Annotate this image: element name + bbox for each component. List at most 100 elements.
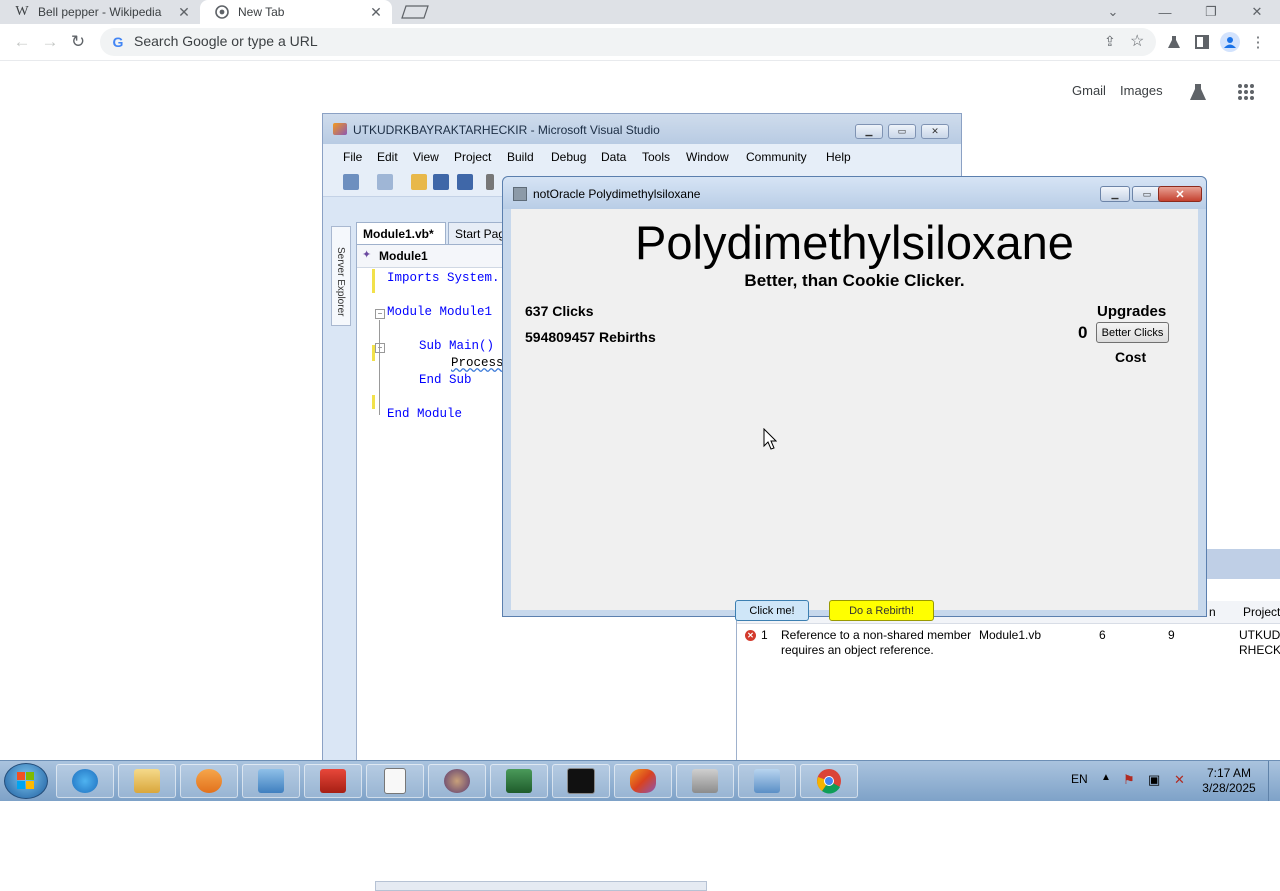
back-icon[interactable]: ← bbox=[10, 30, 34, 54]
profile-avatar[interactable] bbox=[1220, 32, 1240, 52]
menu-build[interactable]: Build bbox=[507, 150, 534, 164]
open-folder-icon[interactable] bbox=[411, 174, 427, 190]
menu-debug[interactable]: Debug bbox=[551, 150, 586, 164]
chrome-taskbar-icon[interactable] bbox=[800, 764, 858, 798]
vs-title-bar: UTKUDRKBAYRAKTARHECKIR - Microsoft Visua… bbox=[323, 114, 961, 144]
menu-community[interactable]: Community bbox=[746, 150, 807, 164]
error-description: Reference to a non-shared member bbox=[781, 628, 972, 642]
app-icon bbox=[513, 187, 527, 201]
chrome-icon bbox=[214, 4, 230, 20]
error-row[interactable]: ✕ 1 Reference to a non-shared member req… bbox=[737, 625, 1280, 661]
new-tab-button[interactable] bbox=[400, 5, 430, 19]
media-player-icon[interactable] bbox=[180, 764, 238, 798]
click-me-button[interactable]: Click me! bbox=[735, 600, 809, 621]
menu-data[interactable]: Data bbox=[601, 150, 626, 164]
app-minimize-button[interactable]: ▁ bbox=[1100, 186, 1130, 202]
menu-window[interactable]: Window bbox=[686, 150, 729, 164]
column-project-header[interactable]: Project bbox=[1243, 605, 1280, 619]
reload-icon[interactable]: ↻ bbox=[66, 30, 90, 54]
save-icon[interactable] bbox=[433, 174, 449, 190]
toolbox-icon[interactable] bbox=[304, 764, 362, 798]
windows-taskbar: EN ▲ ⚑ ▣ ✕ 7:17 AM 3/28/2025 bbox=[0, 760, 1280, 801]
app-window-title: notOracle Polydimethylsiloxane bbox=[533, 187, 701, 201]
vs-minimize-button[interactable]: ▁ bbox=[855, 124, 883, 139]
do-rebirth-button[interactable]: Do a Rebirth! bbox=[829, 600, 934, 621]
upgrade-count: 0 bbox=[1078, 323, 1088, 342]
star-icon[interactable]: ☆ bbox=[1130, 31, 1144, 51]
action-center-icon[interactable]: ⚑ bbox=[1123, 772, 1135, 788]
close-icon[interactable]: ✕ bbox=[1234, 0, 1280, 24]
vs-maximize-button[interactable]: ▭ bbox=[888, 124, 916, 139]
task-manager-icon[interactable] bbox=[490, 764, 548, 798]
menu-help[interactable]: Help bbox=[826, 150, 851, 164]
labs-icon[interactable] bbox=[1164, 32, 1184, 52]
network-status-icon[interactable]: ▣ bbox=[1148, 772, 1160, 788]
rebirths-counter: 594809457 Rebirths bbox=[525, 329, 656, 345]
error-file: Module1.vb bbox=[979, 628, 1042, 642]
paint-icon[interactable] bbox=[676, 764, 734, 798]
restore-icon[interactable]: ❐ bbox=[1188, 0, 1234, 24]
file-explorer-icon[interactable] bbox=[118, 764, 176, 798]
minimize-icon[interactable]: — bbox=[1142, 0, 1188, 24]
network-icon[interactable] bbox=[738, 764, 796, 798]
code-line-6: End Module bbox=[387, 407, 463, 421]
menu-tools[interactable]: Tools bbox=[642, 150, 670, 164]
apps-grid-icon[interactable] bbox=[1237, 83, 1255, 106]
tab-close-icon[interactable]: ✕ bbox=[176, 4, 192, 21]
visual-studio-taskbar-icon[interactable] bbox=[614, 764, 672, 798]
volume-muted-icon[interactable]: ✕ bbox=[1174, 772, 1185, 788]
show-desktop-button[interactable] bbox=[1268, 761, 1280, 801]
share-icon[interactable]: ⇪ bbox=[1104, 33, 1116, 50]
language-indicator[interactable]: EN bbox=[1071, 772, 1088, 786]
command-prompt-icon[interactable] bbox=[552, 764, 610, 798]
tab-search-icon[interactable]: ⌄ bbox=[1090, 0, 1136, 24]
forward-icon[interactable]: → bbox=[38, 30, 62, 54]
labs-icon[interactable] bbox=[1188, 82, 1208, 107]
agent-icon[interactable] bbox=[428, 764, 486, 798]
nav-object-name[interactable]: Module1 bbox=[379, 249, 428, 263]
new-project-icon[interactable] bbox=[343, 174, 359, 190]
code-line-4: Process bbox=[451, 356, 504, 370]
vs-window-title: UTKUDRKBAYRAKTARHECKIR - Microsoft Visua… bbox=[353, 123, 660, 137]
collapse-toggle[interactable]: − bbox=[375, 343, 385, 353]
browser-tab-strip: W Bell pepper - Wikipedia ✕ New Tab ✕ ⌄ … bbox=[0, 0, 1280, 24]
show-hidden-icons[interactable]: ▲ bbox=[1101, 772, 1111, 783]
server-explorer-label: Server Explorer bbox=[335, 247, 346, 317]
tab-close-icon[interactable]: ✕ bbox=[368, 4, 384, 21]
clock-date: 3/28/2025 bbox=[1202, 781, 1256, 795]
tab-bell-pepper[interactable]: W Bell pepper - Wikipedia ✕ bbox=[0, 0, 200, 24]
menu-project[interactable]: Project bbox=[454, 150, 491, 164]
menu-edit[interactable]: Edit bbox=[377, 150, 398, 164]
better-clicks-button[interactable]: Better Clicks bbox=[1096, 322, 1169, 343]
error-description-cont: requires an object reference. bbox=[781, 643, 934, 657]
clock-time: 7:17 AM bbox=[1206, 766, 1252, 780]
app-close-button[interactable]: ✕ bbox=[1158, 186, 1202, 202]
omnibox[interactable]: G Search Google or type a URL ⇪ ☆ bbox=[100, 28, 1156, 56]
menu-file[interactable]: File bbox=[343, 150, 362, 164]
system-clock[interactable]: 7:17 AM 3/28/2025 bbox=[1194, 766, 1264, 796]
collapse-toggle[interactable]: − bbox=[375, 309, 385, 319]
horizontal-scrollbar[interactable] bbox=[375, 881, 707, 891]
tab-module1[interactable]: Module1.vb* bbox=[356, 222, 446, 244]
change-marker bbox=[372, 269, 375, 293]
browser-toolbar: ← → ↻ G Search Google or type a URL ⇪ ☆ … bbox=[0, 24, 1280, 61]
document-icon[interactable] bbox=[366, 764, 424, 798]
vs-close-button[interactable]: ✕ bbox=[921, 124, 949, 139]
side-panel-icon[interactable] bbox=[1192, 32, 1212, 52]
start-button[interactable] bbox=[4, 763, 48, 799]
images-link[interactable]: Images bbox=[1120, 83, 1163, 98]
tab-new-tab[interactable]: New Tab ✕ bbox=[200, 0, 392, 24]
save-all-icon[interactable] bbox=[457, 174, 473, 190]
computer-icon[interactable] bbox=[242, 764, 300, 798]
gmail-link[interactable]: Gmail bbox=[1072, 83, 1106, 98]
more-menu-icon[interactable]: ⋮ bbox=[1248, 32, 1268, 52]
column-line-header[interactable]: n bbox=[1209, 605, 1216, 619]
cut-icon[interactable] bbox=[486, 174, 494, 190]
code-line-2: Module Module1 bbox=[387, 305, 493, 319]
wikipedia-icon: W bbox=[15, 4, 29, 19]
internet-explorer-icon[interactable] bbox=[56, 764, 114, 798]
server-explorer-tab[interactable]: Server Explorer bbox=[331, 226, 351, 326]
menu-view[interactable]: View bbox=[413, 150, 439, 164]
app-client-area: Polydimethylsiloxane Better, than Cookie… bbox=[511, 209, 1198, 621]
add-item-icon[interactable] bbox=[377, 174, 393, 190]
